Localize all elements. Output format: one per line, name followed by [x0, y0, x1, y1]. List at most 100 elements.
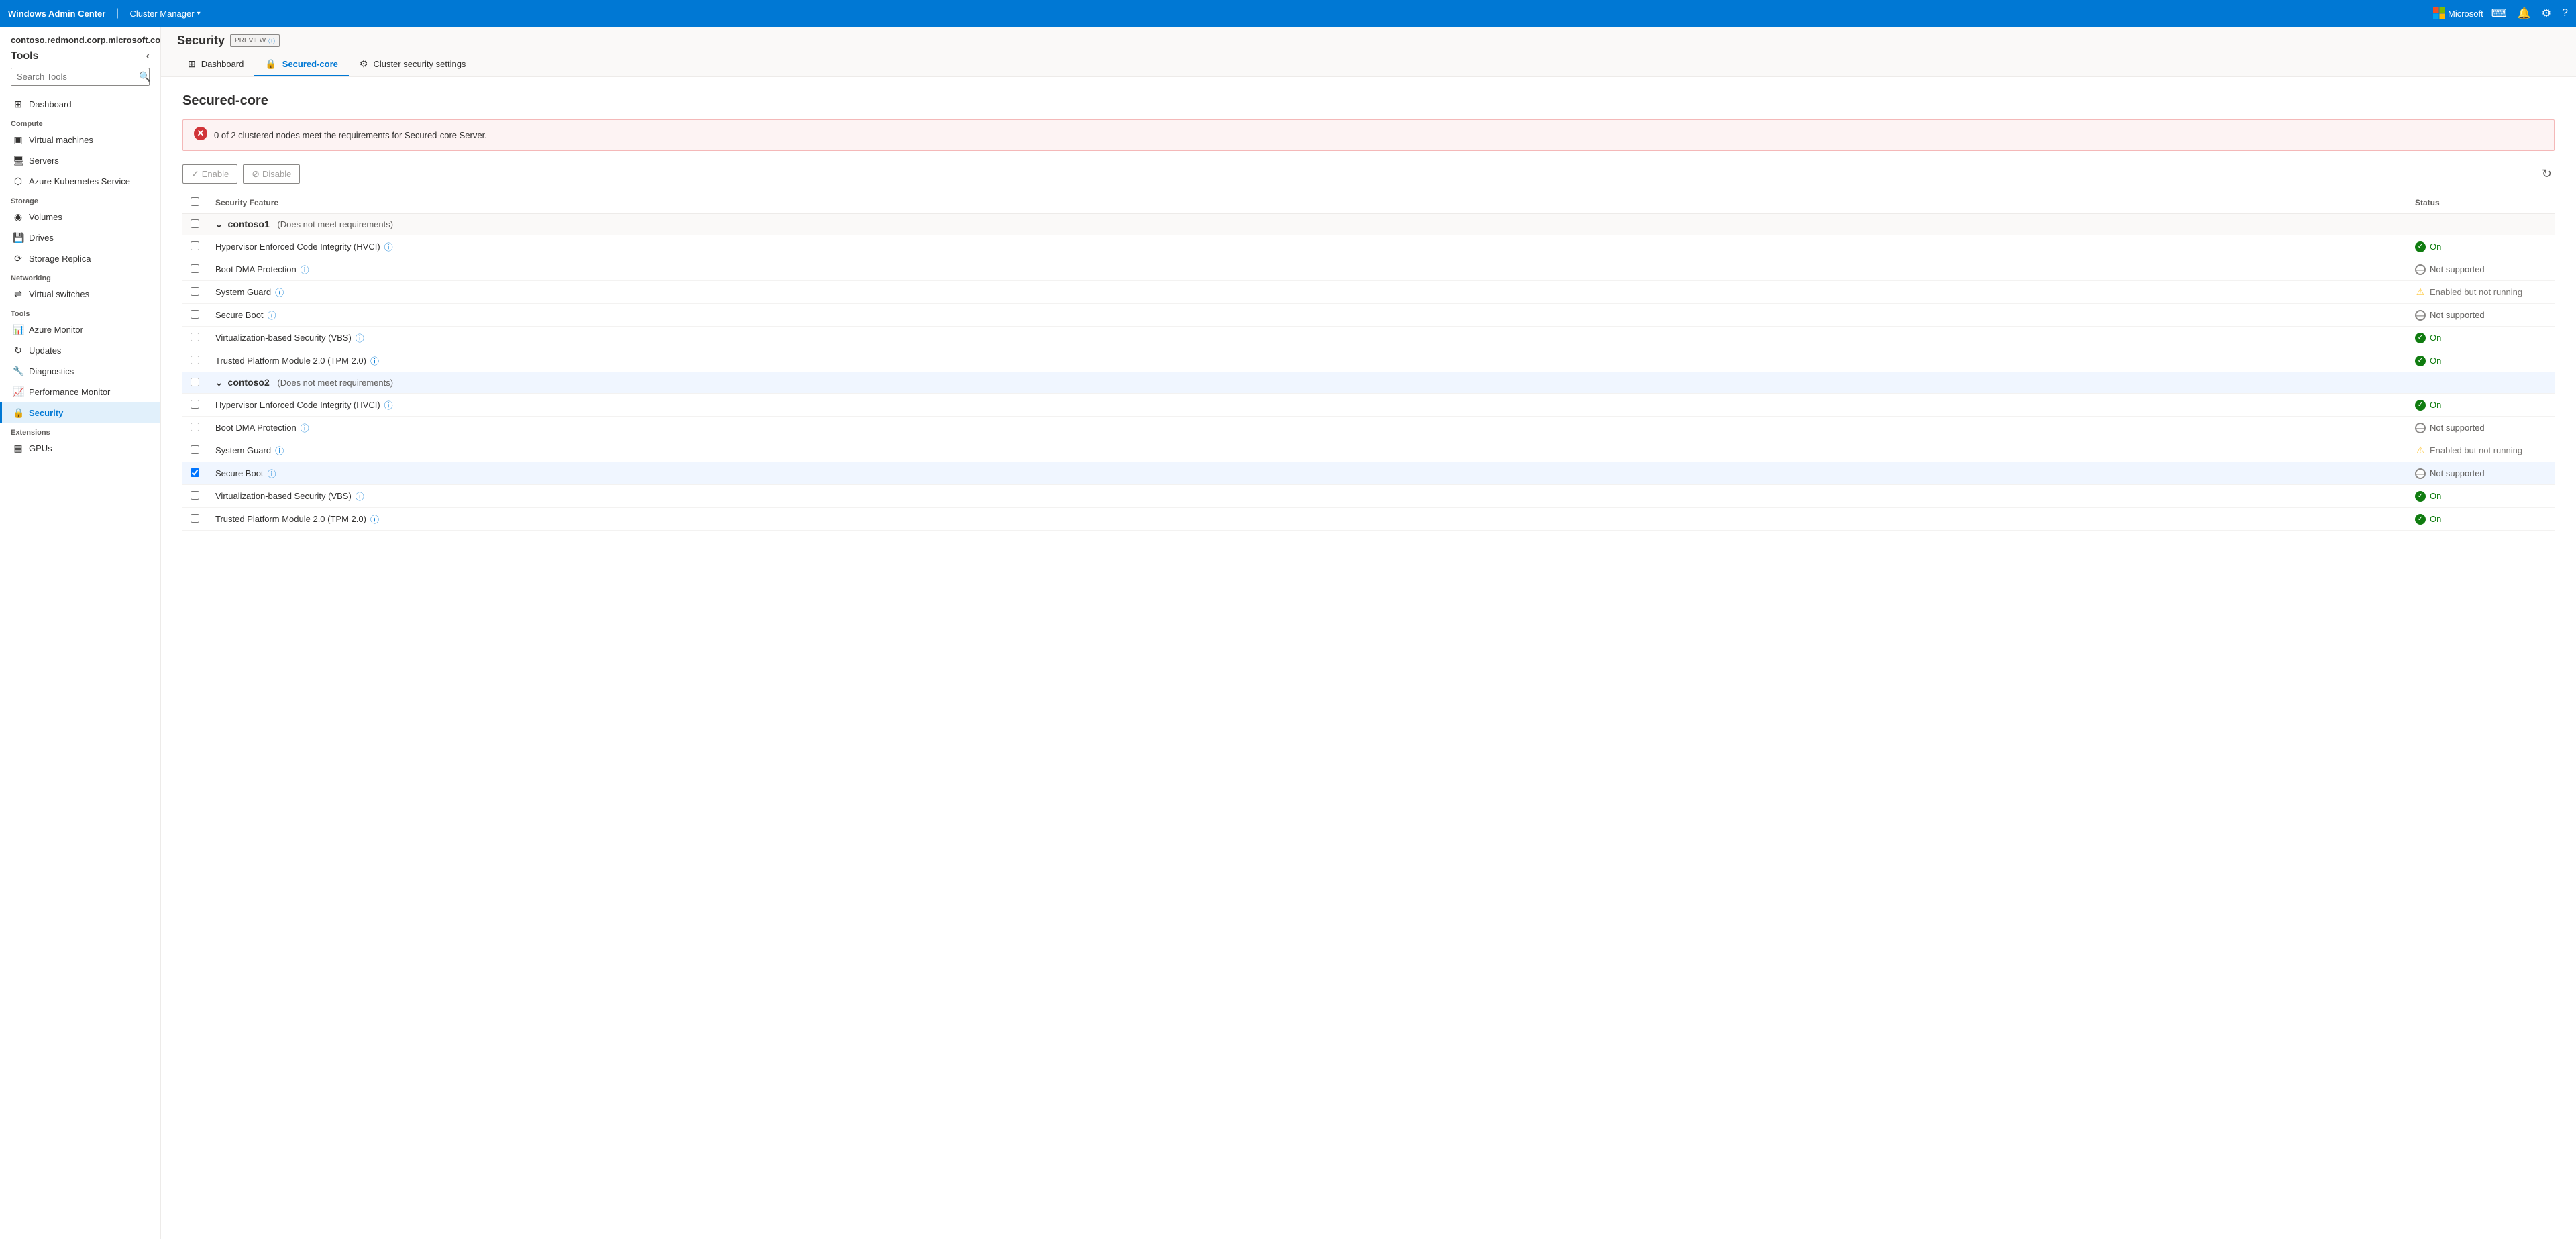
- search-icon: 🔍: [139, 71, 150, 83]
- sidebar-item-volumes[interactable]: ◉ Volumes: [0, 207, 160, 227]
- expand-icon[interactable]: ⌄: [215, 219, 223, 229]
- sidebar-item-gpus[interactable]: ▦ GPUs: [0, 438, 160, 459]
- cluster-checkbox[interactable]: [191, 378, 199, 386]
- sidebar-item-performance-monitor[interactable]: 📈 Performance Monitor: [0, 382, 160, 402]
- feature-checkbox[interactable]: [191, 356, 199, 364]
- feature-name: Secure Boot ⓘ: [215, 309, 2399, 321]
- preview-label: PREVIEW: [235, 37, 266, 44]
- sidebar-item-azure-monitor[interactable]: 📊 Azure Monitor: [0, 319, 160, 340]
- info-icon[interactable]: ⓘ: [384, 240, 393, 253]
- status-text: Not supported: [2430, 423, 2485, 433]
- search-input[interactable]: [17, 72, 135, 82]
- subnav-link-cluster-security-settings[interactable]: ⚙ Cluster security settings: [349, 53, 477, 76]
- feature-label: Boot DMA Protection: [215, 264, 297, 274]
- subnav-link-secured-core[interactable]: 🔒 Secured-core: [254, 53, 349, 76]
- content-title: Secured-core: [182, 93, 2555, 109]
- sidebar-item-updates[interactable]: ↻ Updates: [0, 340, 160, 361]
- feature-name: Hypervisor Enforced Code Integrity (HVCI…: [215, 240, 2399, 253]
- info-icon[interactable]: ⓘ: [370, 513, 379, 525]
- info-icon[interactable]: ⓘ: [268, 467, 276, 480]
- cluster-security-nav-icon: ⚙: [360, 58, 368, 70]
- sidebar-item-label: Servers: [29, 156, 59, 166]
- info-icon[interactable]: ⓘ: [301, 421, 309, 434]
- feature-label: Secure Boot: [215, 468, 264, 478]
- sidebar-item-storage-replica[interactable]: ⟳ Storage Replica: [0, 248, 160, 269]
- feature-checkbox-cell: [182, 281, 207, 304]
- table-row: Hypervisor Enforced Code Integrity (HVCI…: [182, 394, 2555, 417]
- azure-monitor-icon: 📊: [13, 324, 23, 335]
- feature-checkbox[interactable]: [191, 264, 199, 273]
- disable-button[interactable]: ⊘ Disable: [243, 164, 300, 184]
- feature-name: Trusted Platform Module 2.0 (TPM 2.0) ⓘ: [215, 354, 2399, 367]
- info-icon[interactable]: ⓘ: [268, 309, 276, 321]
- enable-button[interactable]: ✓ Enable: [182, 164, 237, 184]
- feature-name-cell: System Guard ⓘ: [207, 281, 2407, 304]
- feature-label: Hypervisor Enforced Code Integrity (HVCI…: [215, 241, 380, 252]
- sidebar-item-virtual-machines[interactable]: ▣ Virtual machines: [0, 129, 160, 150]
- table-row: Virtualization-based Security (VBS) ⓘ ✓ …: [182, 327, 2555, 349]
- feature-checkbox[interactable]: [191, 333, 199, 341]
- check-circle-icon: ✓: [2415, 241, 2426, 252]
- feature-checkbox[interactable]: [191, 241, 199, 250]
- info-icon[interactable]: ⓘ: [356, 490, 364, 502]
- table-row: Secure Boot ⓘ — Not supported: [182, 304, 2555, 327]
- sidebar-item-azure-kubernetes[interactable]: ⬡ Azure Kubernetes Service: [0, 171, 160, 192]
- feature-checkbox[interactable]: [191, 400, 199, 409]
- status-text: Not supported: [2430, 310, 2485, 320]
- status-not-supported: — Not supported: [2415, 423, 2546, 433]
- topbar-cluster[interactable]: Cluster Manager ▾: [129, 9, 200, 19]
- feature-name-cell: System Guard ⓘ: [207, 439, 2407, 462]
- sidebar-item-label: Virtual switches: [29, 289, 89, 299]
- feature-checkbox[interactable]: [191, 491, 199, 500]
- status-text: On: [2430, 356, 2441, 366]
- sidebar-section-extensions: Extensions: [0, 423, 160, 438]
- sidebar-item-label: Drives: [29, 233, 54, 243]
- sidebar-item-servers[interactable]: 🖥 Servers: [0, 150, 160, 171]
- feature-checkbox[interactable]: [191, 445, 199, 454]
- cluster-row: ⌄ contoso1 (Does not meet requirements): [182, 214, 2555, 235]
- sidebar-item-security[interactable]: 🔒 Security: [0, 402, 160, 423]
- info-icon[interactable]: ⓘ: [275, 444, 284, 457]
- tools-title: Tools ‹: [11, 50, 150, 62]
- sidebar-item-drives[interactable]: 💾 Drives: [0, 227, 160, 248]
- info-icon[interactable]: ⓘ: [301, 263, 309, 276]
- sidebar-item-label: GPUs: [29, 443, 52, 453]
- secured-core-nav-icon: 🔒: [265, 58, 276, 70]
- topbar-separator: |: [116, 7, 119, 19]
- feature-name: Virtualization-based Security (VBS) ⓘ: [215, 490, 2399, 502]
- settings-icon[interactable]: ⚙: [2542, 7, 2551, 20]
- info-icon[interactable]: ⓘ: [275, 286, 284, 299]
- sidebar-section-networking: Networking: [0, 269, 160, 284]
- collapse-sidebar-button[interactable]: ‹: [146, 50, 150, 62]
- feature-checkbox[interactable]: [191, 287, 199, 296]
- feature-checkbox-cell: [182, 258, 207, 281]
- info-icon[interactable]: ⓘ: [356, 331, 364, 344]
- cluster-checkbox[interactable]: [191, 219, 199, 228]
- info-icon[interactable]: ⓘ: [384, 398, 393, 411]
- feature-checkbox[interactable]: [191, 310, 199, 319]
- topbar-cluster-label: Cluster Manager: [129, 9, 194, 19]
- help-icon[interactable]: ?: [2562, 7, 2568, 19]
- feature-checkbox[interactable]: [191, 423, 199, 431]
- status-on: ✓ On: [2415, 333, 2546, 343]
- sidebar-item-diagnostics[interactable]: 🔧 Diagnostics: [0, 361, 160, 382]
- feature-checkbox[interactable]: [191, 468, 199, 477]
- topbar-icons: ⌨ 🔔 ⚙ ?: [2491, 7, 2568, 20]
- feature-checkbox[interactable]: [191, 514, 199, 523]
- terminal-icon[interactable]: ⌨: [2491, 7, 2507, 20]
- sidebar-item-dashboard[interactable]: ⊞ Dashboard: [0, 94, 160, 115]
- expand-icon[interactable]: ⌄: [215, 378, 223, 388]
- feature-label: System Guard: [215, 287, 271, 297]
- refresh-button[interactable]: ↻: [2539, 164, 2555, 184]
- table-row: Hypervisor Enforced Code Integrity (HVCI…: [182, 235, 2555, 258]
- select-all-checkbox[interactable]: [191, 197, 199, 206]
- info-icon[interactable]: ⓘ: [370, 354, 379, 367]
- status-text: On: [2430, 241, 2441, 252]
- subnav-link-dashboard[interactable]: ⊞ Dashboard: [177, 53, 254, 76]
- servers-icon: 🖥: [13, 155, 23, 166]
- status-on: ✓ On: [2415, 356, 2546, 366]
- bell-icon[interactable]: 🔔: [2518, 7, 2531, 20]
- sidebar-item-virtual-switches[interactable]: ⇌ Virtual switches: [0, 284, 160, 305]
- status-text: Not supported: [2430, 264, 2485, 274]
- col-security-feature: Security Feature: [207, 192, 2407, 214]
